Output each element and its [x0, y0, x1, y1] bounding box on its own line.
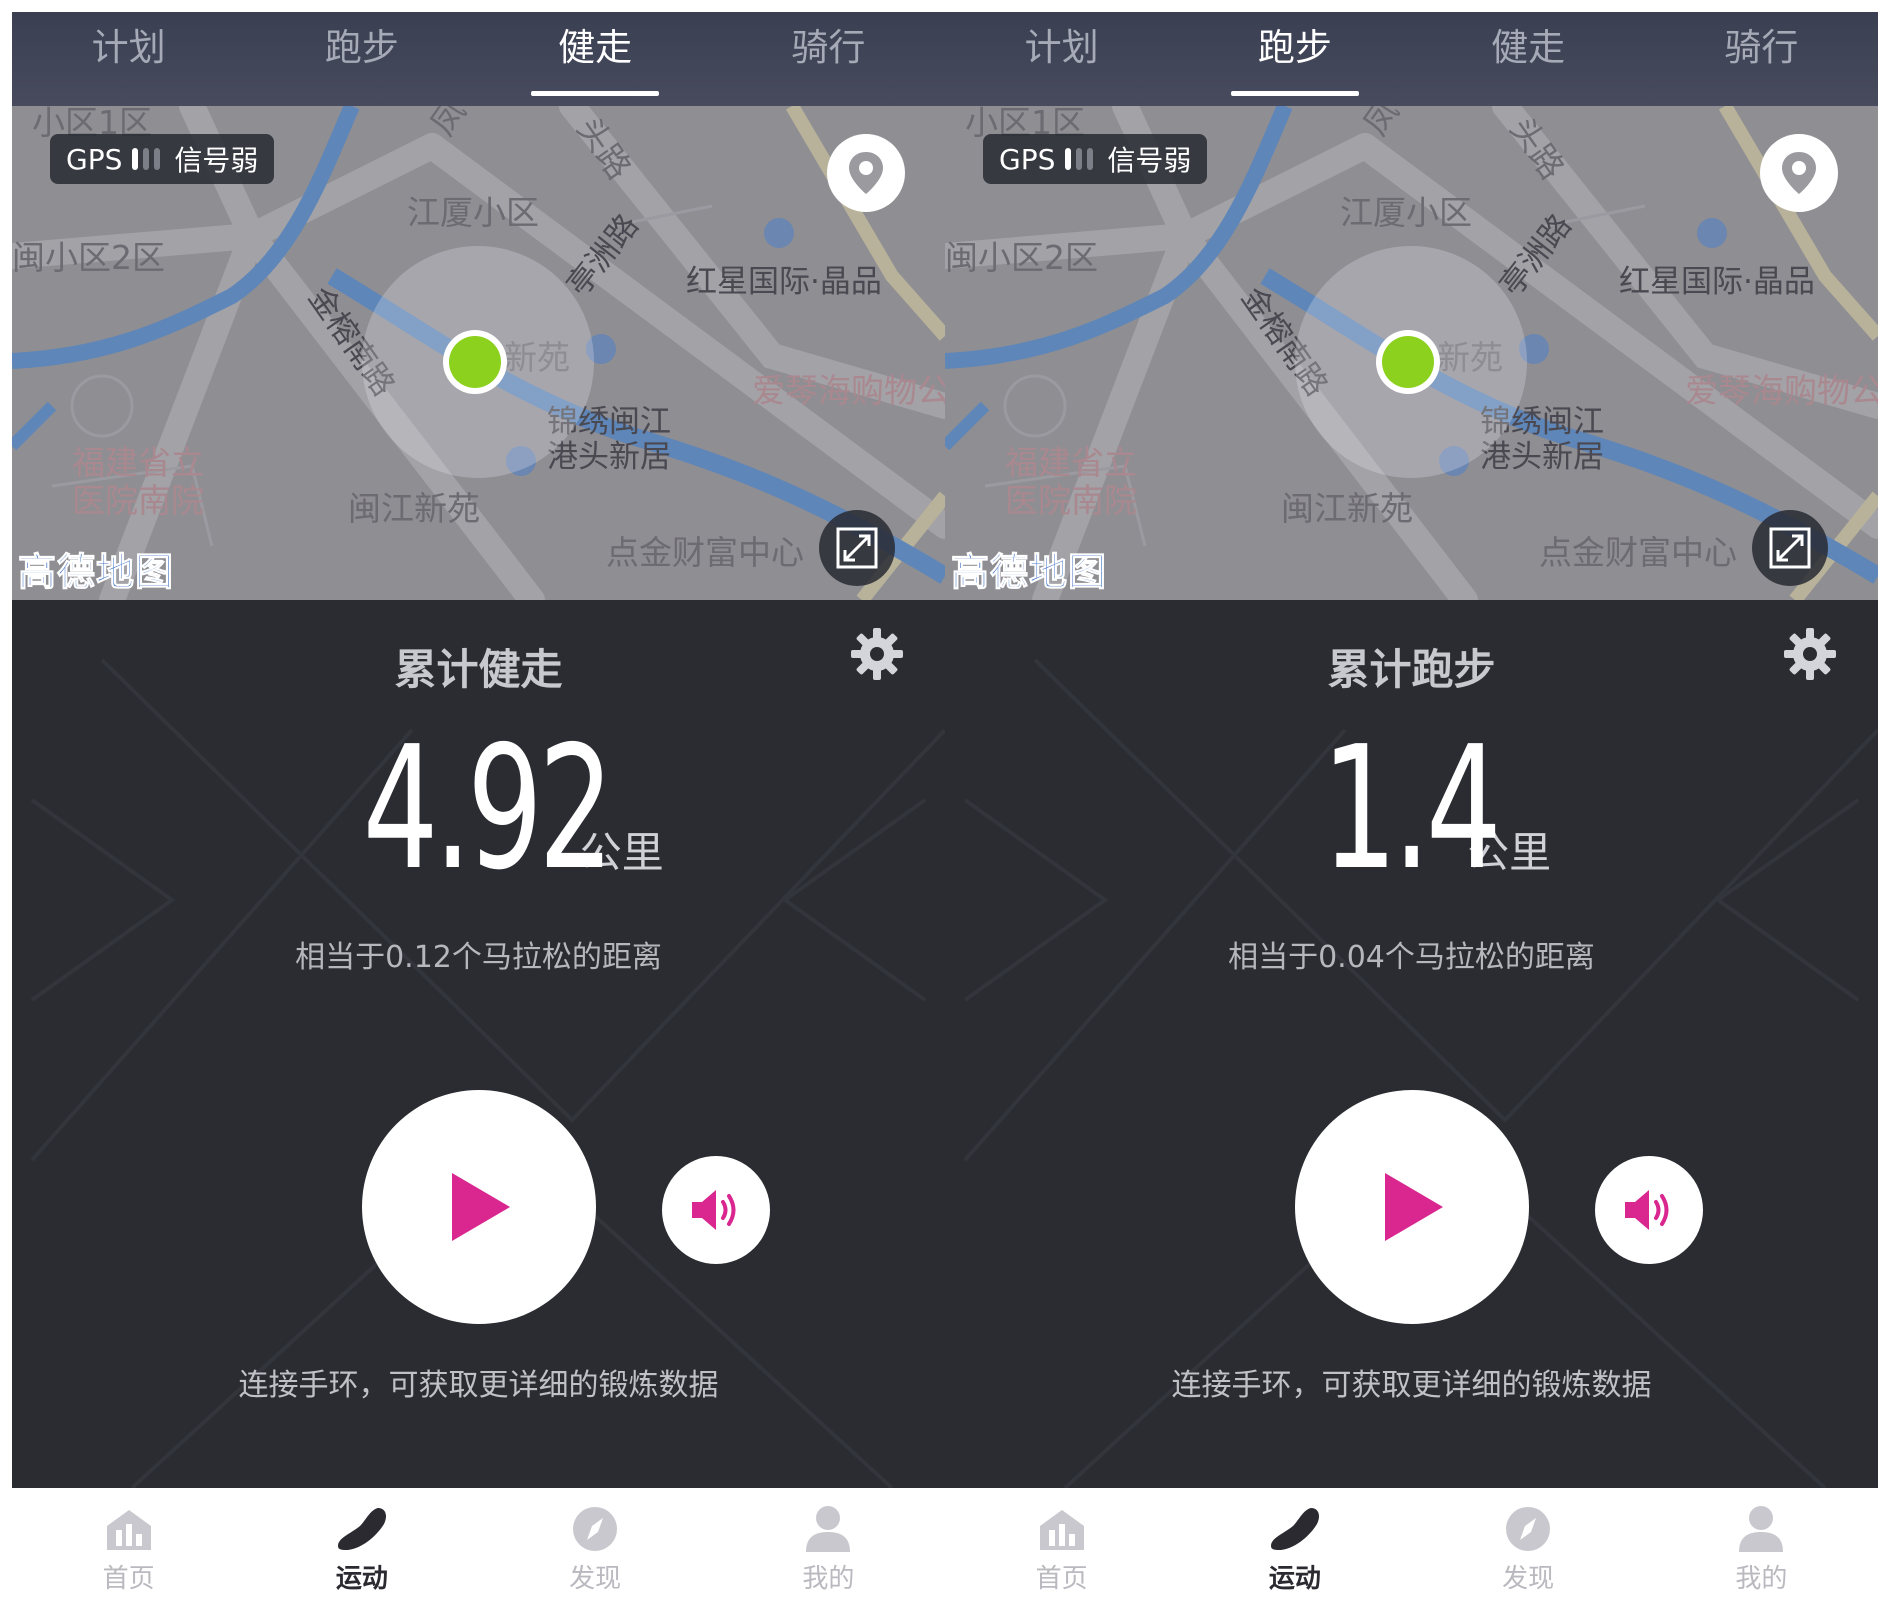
fullscreen-map-button[interactable] [819, 510, 895, 586]
amap-logo: 高德地图 [950, 550, 1108, 595]
map-label: 闽江新苑 [1281, 489, 1413, 528]
tab-plan[interactable]: 计划 [12, 12, 245, 106]
location-pin-icon [849, 152, 883, 194]
user-icon [1739, 1506, 1784, 1552]
gps-signal-badge: GPS 信号弱 [983, 134, 1208, 184]
nav-sport[interactable]: 运动 [1178, 1488, 1411, 1617]
tab-plan[interactable]: 计划 [945, 12, 1178, 106]
current-location-dot [449, 336, 501, 388]
gps-signal-badge: GPS 信号弱 [50, 134, 275, 184]
settings-gear-icon[interactable] [1782, 626, 1838, 682]
map-label: 医院南院 [72, 481, 204, 520]
voice-broadcast-button[interactable] [662, 1156, 770, 1264]
marathon-equivalent: 相当于0.04个马拉松的距离 [1228, 940, 1595, 975]
nav-mine[interactable]: 我的 [1645, 1488, 1878, 1617]
map-label: 江厦小区 [407, 193, 539, 232]
map-label: 红星国际·晶品 [686, 264, 882, 300]
map-label: 点金财富中心 [1539, 533, 1737, 572]
nav-sport[interactable]: 运动 [245, 1488, 478, 1617]
distance-value: 4.92 [362, 710, 614, 908]
settings-gear-icon[interactable] [849, 626, 905, 682]
compass-icon [573, 1507, 618, 1551]
map-label: 点金财富中心 [606, 533, 804, 572]
home-chart-icon [1039, 1510, 1084, 1550]
map-label: 闽江新苑 [348, 489, 480, 528]
sneaker-icon [337, 1508, 386, 1550]
map-label: 闽小区2区 [12, 238, 165, 277]
nav-home-label: 首页 [102, 1564, 155, 1594]
nav-mine-label: 我的 [1735, 1564, 1788, 1594]
map-view[interactable]: 小区1区 凤 头路 江厦小区 闽小区2区 亭洲路 红星国际·晶品 金榕南路 新苑… [945, 106, 1878, 600]
play-icon [452, 1173, 510, 1241]
location-pin-icon [1782, 152, 1816, 194]
map-label: 闽小区2区 [945, 238, 1098, 277]
distance-display: 1.4公里 [945, 710, 1878, 908]
home-chart-icon [106, 1510, 151, 1550]
workout-stats: 累计健走 4.92公里 相当于0.12个马拉松的距离 连接手环，可获取更详细的锻… [12, 600, 945, 1488]
map-label: 红星国际·晶品 [1619, 264, 1815, 300]
signal-text: 信号弱 [1107, 144, 1192, 177]
total-title: 累计健走 [394, 645, 563, 694]
fullscreen-map-button[interactable] [1752, 510, 1828, 586]
map-label: 医院南院 [1005, 481, 1137, 520]
user-icon [806, 1506, 851, 1552]
locate-button[interactable] [1760, 134, 1838, 212]
nav-discover[interactable]: 发现 [1412, 1488, 1645, 1617]
bottom-navigation: 首页 运动 发现 我的 [12, 1488, 945, 1617]
compass-icon [1506, 1507, 1551, 1551]
amap-logo: 高德地图 [17, 550, 175, 595]
poi-icon [1697, 218, 1727, 248]
expand-icon [1769, 527, 1811, 569]
map-label: 爱琴海购物公 [1685, 371, 1878, 410]
tab-run[interactable]: 跑步 [1178, 12, 1411, 106]
signal-text: 信号弱 [174, 144, 259, 177]
gps-label: GPS [999, 142, 1056, 176]
start-button[interactable] [362, 1090, 596, 1324]
nav-mine-label: 我的 [802, 1564, 855, 1594]
nav-sport-label: 运动 [1268, 1564, 1321, 1594]
nav-sport-label: 运动 [335, 1564, 388, 1594]
tab-ride[interactable]: 骑行 [712, 12, 945, 106]
marathon-equivalent: 相当于0.12个马拉松的距离 [295, 940, 662, 975]
distance-display: 4.92公里 [12, 710, 945, 908]
map-label: 江厦小区 [1340, 193, 1472, 232]
tab-walk[interactable]: 健走 [1412, 12, 1645, 106]
tab-ride[interactable]: 骑行 [1645, 12, 1878, 106]
locate-button[interactable] [827, 134, 905, 212]
map-label: 爱琴海购物公 [752, 371, 945, 410]
nav-home[interactable]: 首页 [945, 1488, 1178, 1617]
sneaker-icon [1270, 1508, 1319, 1550]
connect-band-tip[interactable]: 连接手环，可获取更详细的锻炼数据 [12, 1360, 945, 1404]
poi-icon [764, 218, 794, 248]
bottom-navigation: 首页 运动 发现 我的 [945, 1488, 1878, 1617]
nav-discover-label: 发现 [1502, 1564, 1555, 1594]
total-title: 累计跑步 [1327, 645, 1496, 694]
nav-discover[interactable]: 发现 [479, 1488, 712, 1617]
screen-walking: 计划 跑步 健走 骑行 小区1区 凤 头路 江厦小区 闽小区2区 亭洲路 红星国… [12, 12, 945, 1617]
speaker-icon [1625, 1190, 1669, 1230]
nav-home-label: 首页 [1035, 1564, 1088, 1594]
screen-running: 计划 跑步 健走 骑行 小区1区 凤 头路 江厦小区 闽小区2区 亭洲路 红星国… [945, 12, 1878, 1617]
gps-label: GPS [66, 142, 123, 176]
map-view[interactable]: 小区1区 凤 头路 江厦小区 闽小区2区 亭洲路 红星国际·晶品 金榕南路 新苑… [12, 106, 945, 600]
workout-stats: 累计跑步 1.4公里 相当于0.04个马拉松的距离 连接手环，可获取更详细的锻炼… [945, 600, 1878, 1488]
current-location-dot [1382, 336, 1434, 388]
expand-icon [836, 527, 878, 569]
nav-mine[interactable]: 我的 [712, 1488, 945, 1617]
start-button[interactable] [1295, 1090, 1529, 1324]
connect-band-tip[interactable]: 连接手环，可获取更详细的锻炼数据 [945, 1360, 1878, 1404]
speaker-icon [692, 1190, 736, 1230]
nav-home[interactable]: 首页 [12, 1488, 245, 1617]
nav-discover-label: 发现 [569, 1564, 622, 1594]
sport-tabs: 计划 跑步 健走 骑行 [945, 12, 1878, 106]
sport-tabs: 计划 跑步 健走 骑行 [12, 12, 945, 106]
play-icon [1385, 1173, 1443, 1241]
distance-value: 1.4 [1321, 710, 1501, 908]
tab-walk[interactable]: 健走 [479, 12, 712, 106]
signal-bars-icon [132, 148, 161, 170]
tab-run[interactable]: 跑步 [245, 12, 478, 106]
signal-bars-icon [1065, 148, 1094, 170]
voice-broadcast-button[interactable] [1595, 1156, 1703, 1264]
